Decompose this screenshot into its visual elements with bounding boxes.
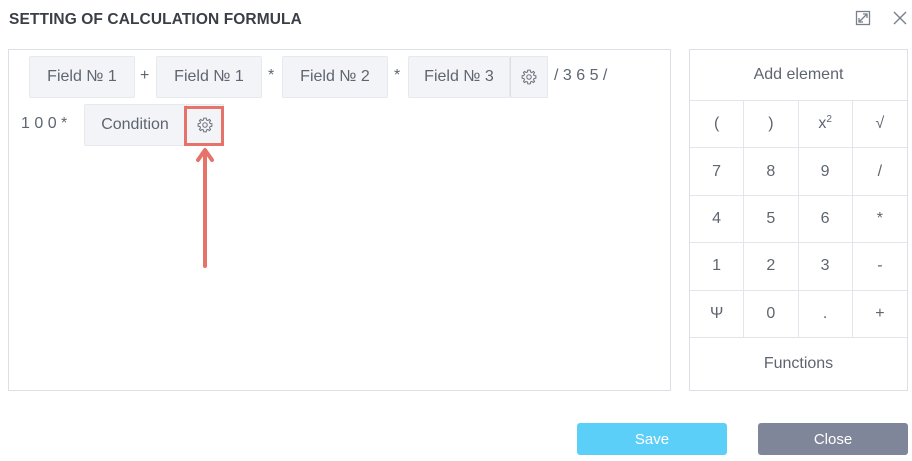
formula-chip-field-1[interactable]: Field № 1 (29, 56, 135, 98)
field-3-settings-button[interactable] (510, 56, 548, 98)
condition-settings-button[interactable] (186, 104, 224, 146)
save-button[interactable]: Save (577, 423, 727, 455)
key-2[interactable]: 2 (744, 243, 799, 291)
expand-icon[interactable] (855, 10, 871, 26)
key-square-exponent: 2 (826, 113, 832, 125)
gear-icon (521, 69, 537, 85)
key-6[interactable]: 6 (798, 195, 853, 244)
key-4[interactable]: 4 (690, 195, 745, 244)
formula-chip-condition[interactable]: Condition (84, 104, 186, 146)
close-button[interactable]: Close (758, 423, 908, 455)
operator-multiply: * (394, 67, 401, 84)
key-square[interactable]: x2 (798, 101, 853, 149)
formula-chip-field-3[interactable]: Field № 3 (408, 56, 510, 98)
add-element-button[interactable]: Add element (690, 50, 907, 101)
key-decimal[interactable]: . (798, 290, 853, 338)
gear-icon (197, 117, 213, 133)
key-square-base: x (818, 115, 827, 133)
key-8[interactable]: 8 (744, 148, 799, 196)
key-psi[interactable]: Ψ (690, 290, 745, 338)
keypad-panel: Add element ( ) x2 √ 7 8 9 / 4 5 6 * 1 2… (689, 49, 908, 391)
key-1[interactable]: 1 (690, 243, 745, 291)
functions-button[interactable]: Functions (690, 338, 907, 390)
formula-constant-100: 1 0 0 * (21, 115, 68, 132)
operator-multiply: * (268, 67, 275, 84)
formula-constant-365: / 3 6 5 / (554, 67, 608, 84)
key-3[interactable]: 3 (798, 243, 853, 291)
formula-chip-field-1b[interactable]: Field № 1 (156, 56, 262, 98)
key-plus[interactable]: + (852, 291, 907, 338)
formula-area[interactable]: Field № 1 + Field № 1 * Field № 2 * Fiel… (8, 49, 671, 391)
key-close-paren[interactable]: ) (744, 101, 799, 149)
key-open-paren[interactable]: ( (690, 101, 745, 149)
key-0[interactable]: 0 (744, 290, 799, 338)
key-minus[interactable]: - (852, 243, 907, 291)
key-sqrt[interactable]: √ (852, 101, 907, 149)
key-5[interactable]: 5 (744, 195, 799, 244)
key-9[interactable]: 9 (798, 148, 853, 196)
dialog-title: SETTING OF CALCULATION FORMULA (9, 11, 302, 28)
close-icon[interactable] (892, 10, 908, 26)
key-divide[interactable]: / (852, 148, 907, 196)
key-7[interactable]: 7 (690, 148, 745, 196)
operator-plus: + (140, 67, 150, 84)
formula-chip-field-2[interactable]: Field № 2 (282, 56, 388, 98)
key-multiply[interactable]: * (852, 196, 907, 244)
